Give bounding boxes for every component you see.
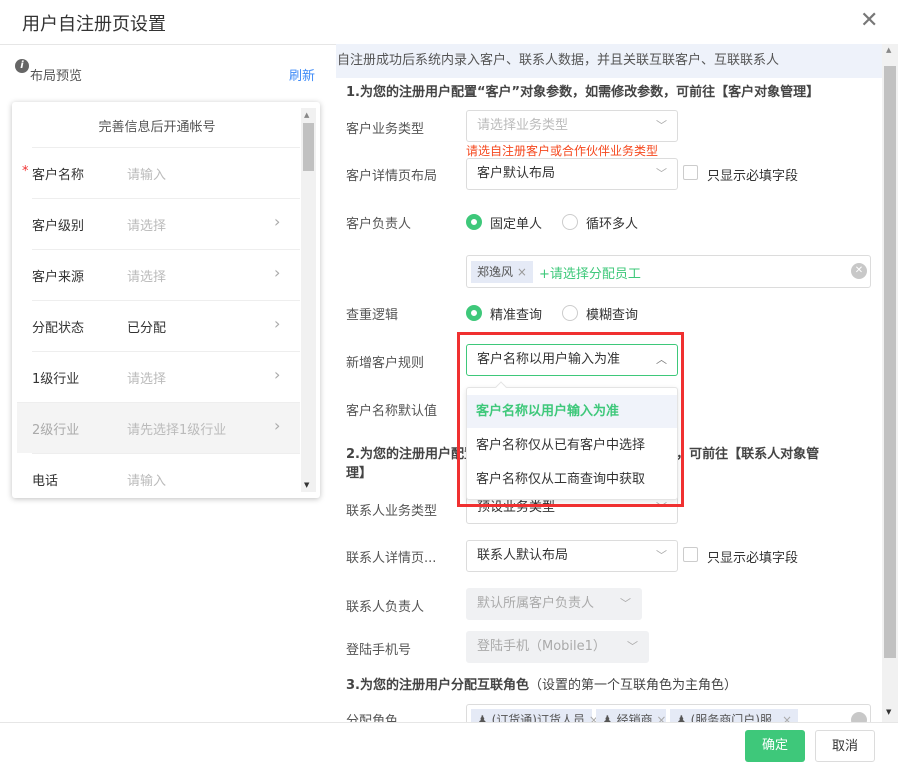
- preview-card: 完善信息后开通帐号 * 客户名称 请输入 客户级别 请选择 › 客户来源 请选择…: [12, 102, 320, 498]
- row-label: 客户级别: [32, 219, 85, 234]
- biz-type-label: 客户业务类型: [346, 122, 425, 137]
- preview-row: 客户级别 请选择 ›: [32, 198, 300, 249]
- chevron-right-icon: ›: [274, 263, 281, 282]
- row-label: 客户名称: [32, 168, 85, 183]
- preview-row: 分配状态 已分配 ›: [32, 300, 300, 351]
- fixed-single-radio[interactable]: [466, 214, 482, 230]
- info-icon: i: [15, 59, 29, 73]
- roles-label: 分配角色: [346, 714, 399, 722]
- section-3-note: （设置的第一个互联角色为主角色）: [528, 678, 737, 693]
- exact-query-label: 精准查询: [490, 308, 543, 323]
- confirm-button[interactable]: 确定: [745, 730, 805, 762]
- biz-type-error: 请选自注册客户或合作伙伴业务类型: [466, 144, 659, 158]
- owner-employee-input[interactable]: 郑逸风 × +请选择分配员工 ✕: [466, 255, 871, 288]
- chevron-right-icon: ›: [274, 212, 281, 231]
- row-value: 请先选择1级行业: [127, 423, 227, 438]
- contact-layout-value: 联系人默认布局: [477, 548, 569, 563]
- preview-row: 客户来源 请选择 ›: [32, 249, 300, 300]
- preview-row: 电话 请输入: [32, 453, 300, 498]
- preview-label: 布局预览: [30, 69, 83, 84]
- section-2-heading-cont: 理】: [346, 466, 373, 481]
- chevron-down-icon: ﹀: [656, 549, 667, 562]
- fuzzy-query-radio[interactable]: [562, 305, 578, 321]
- preview-row: 2级行业 请先选择1级行业 ›: [17, 402, 300, 453]
- info-bar: 自注册成功后系统内录入客户、联系人数据，并且关联互联客户、互联联系人: [336, 44, 882, 78]
- refresh-link[interactable]: 刷新: [289, 65, 315, 84]
- contact-layout-select[interactable]: 联系人默认布局 ﹀: [466, 540, 678, 572]
- detail-layout-select[interactable]: 客户默认布局 ﹀: [466, 158, 678, 190]
- row-value: 请选择: [127, 372, 167, 387]
- employee-tag: 郑逸风 ×: [471, 261, 533, 283]
- contact-owner-label: 联系人负责人: [346, 600, 425, 615]
- row-label: 客户来源: [32, 270, 85, 285]
- chevron-down-icon: ﹀: [656, 167, 667, 180]
- row-value: 请输入: [127, 168, 167, 183]
- role-tag: ♟ (订货通)订货人员 ×: [471, 709, 599, 722]
- rotate-multi-label: 循环多人: [586, 217, 639, 232]
- chevron-right-icon: ›: [274, 314, 281, 333]
- settings-scrollbar[interactable]: ▲ ▼: [882, 44, 898, 722]
- preview-scrollbar[interactable]: ▲ ▼: [301, 108, 316, 492]
- chevron-right-icon: ›: [274, 365, 281, 384]
- section-1-heading: 1.为您的注册用户配置“客户”对象参数，如需修改参数，可前往【客户对象管理】: [346, 85, 820, 100]
- detail-layout-value: 客户默认布局: [477, 166, 556, 181]
- exact-query-radio[interactable]: [466, 305, 482, 321]
- login-phone-value: 登陆手机（Mobile1）: [477, 639, 606, 654]
- contact-required-only-label: 只显示必填字段: [707, 551, 799, 566]
- clear-icon[interactable]: [851, 712, 867, 722]
- fuzzy-query-label: 模糊查询: [586, 308, 639, 323]
- detail-layout-label: 客户详情页布局: [346, 169, 438, 184]
- contact-owner-select[interactable]: 默认所属客户负责人 ﹀: [466, 588, 642, 620]
- contact-biz-label: 联系人业务类型: [346, 504, 438, 519]
- footer-divider: [0, 722, 898, 723]
- dialog-title: 用户自注册页设置: [22, 14, 166, 35]
- roles-row: 分配角色 ♟ (订货通)订货人员 × ♟ 经销商 × ♟ (服务商门户)服 ×: [0, 700, 882, 722]
- role-tag: ♟ 经销商 ×: [596, 709, 666, 722]
- rotate-multi-radio[interactable]: [562, 214, 578, 230]
- chevron-down-icon: ﹀: [620, 597, 631, 610]
- add-employee-link[interactable]: +请选择分配员工: [539, 263, 641, 282]
- role-tag: ♟ (服务商门户)服 ×: [670, 709, 798, 722]
- row-value: 已分配: [127, 321, 167, 336]
- remove-tag-icon[interactable]: ×: [517, 265, 527, 279]
- row-label: 电话: [32, 474, 59, 489]
- chevron-down-icon: ﹀: [656, 119, 667, 132]
- row-label: 2级行业: [32, 423, 80, 438]
- cancel-button[interactable]: 取消: [815, 730, 875, 762]
- close-icon[interactable]: ✕: [860, 8, 878, 33]
- fixed-single-label: 固定单人: [490, 217, 543, 232]
- chevron-down-icon: ﹀: [627, 640, 638, 653]
- required-mark: *: [22, 164, 29, 179]
- login-phone-label: 登陆手机号: [346, 643, 412, 658]
- preview-card-title: 完善信息后开通帐号: [98, 120, 216, 135]
- clear-icon[interactable]: ✕: [851, 263, 867, 279]
- row-value: 请输入: [127, 474, 167, 489]
- row-label: 1级行业: [32, 372, 80, 387]
- roles-input[interactable]: ♟ (订货通)订货人员 × ♟ 经销商 × ♟ (服务商门户)服 ×: [466, 704, 871, 722]
- required-only-checkbox[interactable]: [683, 165, 698, 180]
- section-3-heading: 3.为您的注册用户分配互联角色: [346, 678, 529, 693]
- dedupe-label: 查重逻辑: [346, 308, 399, 323]
- required-only-label: 只显示必填字段: [707, 169, 799, 184]
- row-value: 请选择: [127, 219, 167, 234]
- row-value: 请选择: [127, 270, 167, 285]
- owner-label: 客户负责人: [346, 217, 412, 232]
- biz-type-select[interactable]: 请选择业务类型 ﹀: [466, 110, 678, 142]
- preview-row: * 客户名称 请输入: [22, 147, 300, 198]
- chevron-right-icon: ›: [274, 416, 281, 435]
- contact-owner-value: 默认所属客户负责人: [477, 596, 595, 611]
- name-default-label: 客户名称默认值: [346, 404, 438, 419]
- biz-type-placeholder: 请选择业务类型: [477, 118, 569, 133]
- row-label: 分配状态: [32, 321, 85, 336]
- contact-layout-label: 联系人详情页...: [346, 551, 437, 566]
- highlight-box: [457, 332, 684, 507]
- new-rule-label: 新增客户规则: [346, 356, 425, 371]
- contact-required-only-checkbox[interactable]: [683, 547, 698, 562]
- login-phone-select[interactable]: 登陆手机（Mobile1） ﹀: [466, 631, 649, 663]
- preview-row: 1级行业 请选择 ›: [32, 351, 300, 402]
